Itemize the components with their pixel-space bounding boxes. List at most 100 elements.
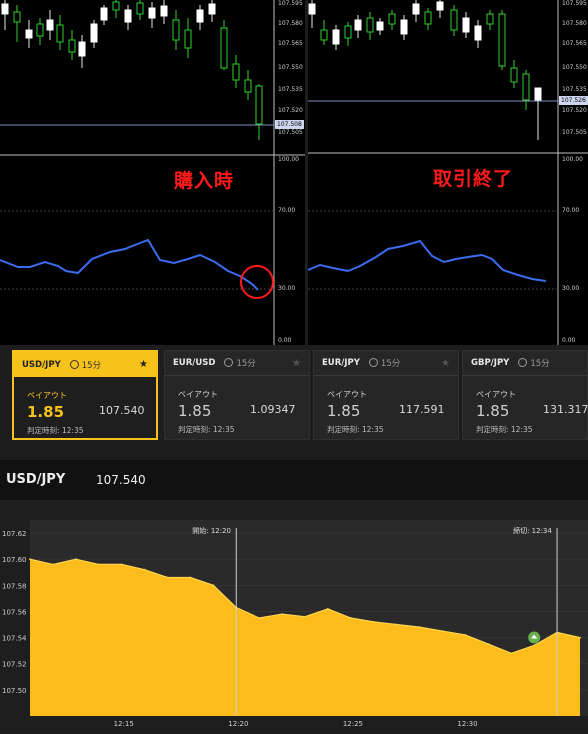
x-tick-label: 12:30 <box>457 720 477 728</box>
price-tick: 107.505 <box>562 129 587 136</box>
price-point <box>52 563 54 566</box>
candle-body <box>462 17 470 33</box>
candle-body <box>400 19 408 35</box>
price-point <box>212 584 215 587</box>
price-point <box>29 558 31 561</box>
candle-body <box>320 29 328 41</box>
candle-body <box>498 13 506 67</box>
payout-label: ペイアウト <box>178 390 218 399</box>
candle-body <box>332 29 340 45</box>
candle-body <box>208 3 216 15</box>
candle-body <box>68 39 76 53</box>
card-symbol: EUR/JPY <box>322 358 360 368</box>
candle-body <box>56 24 64 43</box>
area-chart-svg: 107.62 107.60 107.58 107.56 107.54 107.52 107.… <box>2 520 588 728</box>
candle-body <box>522 73 530 101</box>
osc-tick: 70.00 <box>278 207 296 214</box>
price-area-chart: 107.62 107.60 107.58 107.56 107.54 107.52 107.… <box>0 500 588 730</box>
clock-icon <box>518 358 528 367</box>
candle-body <box>160 5 168 17</box>
card-price: 1.09347 <box>250 403 296 416</box>
candlesticks <box>308 0 542 140</box>
candle-body <box>344 25 352 39</box>
asset-card-usdjpy[interactable]: USD/JPY 15分 ★ ペイアウト 1.85 107.540 判定時刻: 1… <box>12 350 158 440</box>
candle-body <box>354 19 362 31</box>
y-tick-label: 107.60 <box>2 556 27 564</box>
price-point <box>418 626 421 628</box>
candle-body <box>100 7 108 21</box>
card-symbol: GBP/JPY <box>471 358 510 368</box>
candle-body <box>184 29 192 49</box>
price-point <box>464 634 467 636</box>
price-tick: 107.580 <box>278 20 303 27</box>
candle-body <box>534 87 542 101</box>
asset-card-eurusd[interactable]: EUR/USD 15分 ★ ペイアウト 1.85 1.09347 判定時刻: 1… <box>164 350 310 440</box>
candle-body <box>90 23 98 43</box>
payout-label: ペイアウト <box>476 390 516 399</box>
candle-body <box>474 25 482 41</box>
candle-body <box>136 2 144 15</box>
card-header: USD/JPY 15分 ★ <box>14 352 156 377</box>
candle-body <box>412 3 420 15</box>
clock-icon <box>368 358 378 367</box>
price-point <box>349 617 352 619</box>
candlesticks <box>1 0 263 140</box>
trade-end-callout: 取引終了 <box>433 168 514 190</box>
price-point <box>395 623 398 626</box>
x-tick-label: 12:25 <box>343 720 363 728</box>
price-tick: 107.505 <box>278 129 303 136</box>
price-tick: 107.565 <box>562 40 587 47</box>
left-chart-svg <box>0 0 305 345</box>
price-point <box>579 636 581 639</box>
candle-body <box>46 19 54 31</box>
osc-tick: 100.00 <box>562 156 583 163</box>
asset-card-gbpjpy[interactable]: GBP/JPY 15分 ペイアウト 1.85 131.317 判定時刻: 12:… <box>462 350 588 440</box>
candle-body <box>388 13 396 25</box>
price-tick: 107.595 <box>562 0 587 7</box>
candle-body <box>220 27 228 69</box>
y-tick-label: 107.56 <box>2 608 27 616</box>
candle-body <box>255 85 263 125</box>
star-icon[interactable]: ★ <box>292 358 301 369</box>
candle-body <box>424 11 432 25</box>
purchase-callout: 購入時 <box>174 170 235 192</box>
price-point <box>441 630 444 632</box>
y-tick-label: 107.50 <box>2 687 27 695</box>
price-point <box>372 621 375 623</box>
candle-body <box>486 13 494 25</box>
candle-body <box>172 19 180 41</box>
star-icon[interactable]: ★ <box>441 358 450 369</box>
price-point <box>143 568 146 571</box>
osc-tick: 0.00 <box>562 337 576 344</box>
osc-tick: 0.00 <box>278 337 292 344</box>
price-marker: 107.526 <box>561 97 586 104</box>
star-icon[interactable]: ★ <box>139 359 148 370</box>
card-duration: 15分 <box>368 357 400 369</box>
card-duration: 15分 <box>518 357 550 369</box>
card-header: GBP/JPY 15分 <box>463 351 587 376</box>
price-tick: 107.580 <box>562 20 587 27</box>
header-price: 107.540 <box>96 473 146 487</box>
judge-time: 判定時刻: 12:35 <box>476 425 533 434</box>
candle-body <box>366 17 374 33</box>
judge-time: 判定時刻: 12:35 <box>178 425 235 434</box>
payout-label: ペイアウト <box>327 390 367 399</box>
candle-body <box>196 9 204 23</box>
price-point <box>533 644 536 647</box>
osc-tick: 70.00 <box>562 207 580 214</box>
x-tick-label: 12:15 <box>114 720 134 728</box>
payout-value: 1.85 <box>27 403 65 421</box>
left-trading-chart: 107.595 107.580 107.565 107.550 107.535 … <box>0 0 305 345</box>
price-point <box>327 608 329 610</box>
price-tick: 107.535 <box>278 86 303 93</box>
y-tick-label: 107.58 <box>2 582 27 590</box>
price-point <box>74 558 77 561</box>
price-point <box>304 615 306 618</box>
card-duration: 15分 <box>224 357 256 369</box>
oscillator-line <box>308 239 547 282</box>
card-header: EUR/JPY 15分 ★ <box>314 351 458 376</box>
asset-card-eurjpy[interactable]: EUR/JPY 15分 ★ ペイアウト 1.85 117.591 判定時刻: 1… <box>313 350 459 440</box>
price-point <box>166 576 169 579</box>
price-point <box>281 613 283 615</box>
card-header: EUR/USD 15分 ★ <box>165 351 309 376</box>
